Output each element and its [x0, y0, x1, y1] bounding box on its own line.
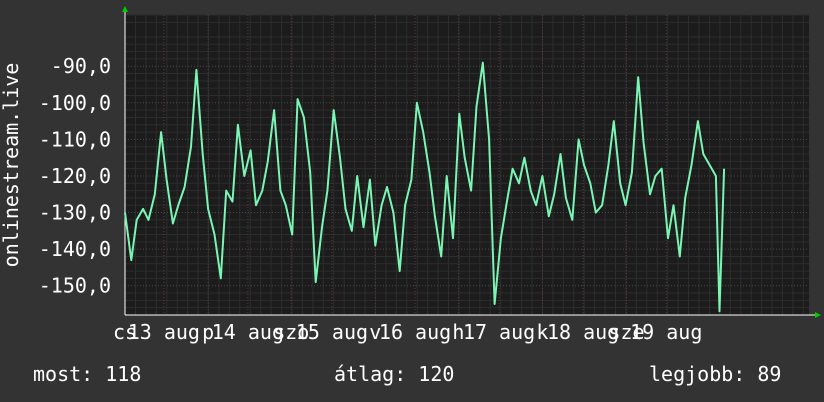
y-tick-label: -110,0: [39, 127, 111, 151]
chart: -150,0 -140,0 -130,0 -120,0 -110,0 -100,0 -90,…: [0, 6, 821, 344]
x-tick-label: 13 aug: [128, 320, 200, 344]
x-tick-label: 15 aug: [296, 320, 368, 344]
x-tick-label: 16 aug: [379, 320, 451, 344]
x-tick-label: 17 aug: [463, 320, 535, 344]
y-tick-label: -130,0: [39, 201, 111, 225]
y-tick-labels: -150,0 -140,0 -130,0 -120,0 -110,0 -100,0 -90,…: [39, 54, 111, 298]
stat-current: most: 118: [33, 362, 142, 386]
x-tick-label: 19 aug: [630, 320, 702, 344]
y-tick-label: -90,0: [51, 54, 111, 78]
y-axis-arrow: [122, 6, 128, 12]
y-tick-label: -100,0: [39, 91, 111, 115]
x-tick-labels: cs13 aug p14 augszo15 aug v16 aug h17 aug k1…: [113, 320, 702, 344]
y-tick-label: -140,0: [39, 237, 111, 261]
stat-max: legjobb: 89: [649, 362, 782, 386]
y-tick-label: -120,0: [39, 164, 111, 188]
y-axis-label: onlinestream.live: [0, 63, 23, 268]
x-axis-arrow: [815, 312, 821, 318]
stat-average: átlag: 120: [334, 362, 455, 386]
footer-stats: most: 118 átlag: 120 legjobb: 89: [0, 362, 824, 392]
y-tick-label: -150,0: [39, 274, 111, 298]
